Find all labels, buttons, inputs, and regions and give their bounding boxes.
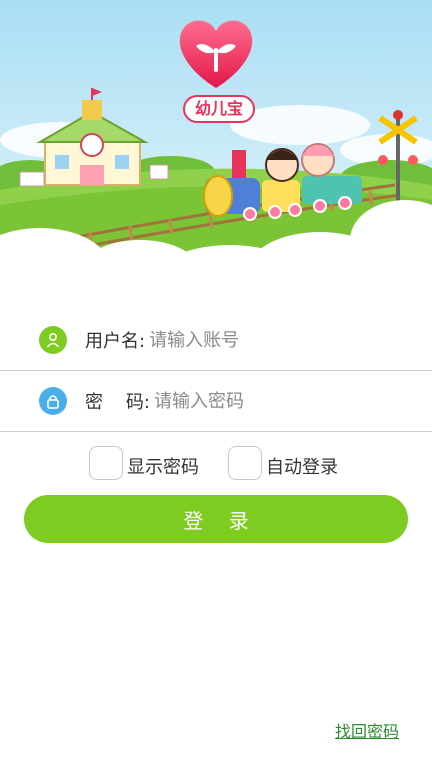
username-label: 用户名: <box>85 331 146 352</box>
login-button[interactable]: 登 录 <box>24 495 408 543</box>
show-password-label[interactable]: 显示密码 <box>127 453 199 479</box>
lock-icon <box>39 387 67 415</box>
password-input[interactable] <box>153 390 374 412</box>
auto-login-label[interactable]: 自动登录 <box>266 453 338 479</box>
login-button-label: 登 录 <box>183 508 249 533</box>
password-label: 密 码: <box>85 392 150 413</box>
password-divider <box>0 431 432 432</box>
show-password-checkbox[interactable] <box>89 446 123 480</box>
banner-illustration <box>0 0 432 290</box>
user-icon <box>39 326 67 354</box>
username-input[interactable] <box>149 329 370 351</box>
password-row: 密 码: <box>0 371 432 431</box>
app-logo-text: 幼儿宝 <box>183 95 255 123</box>
auto-login-checkbox[interactable] <box>228 446 262 480</box>
username-row: 用户名: <box>0 310 432 370</box>
header-banner: 幼儿宝 <box>0 0 432 290</box>
forgot-password-link[interactable]: 找回密码 <box>335 718 399 742</box>
